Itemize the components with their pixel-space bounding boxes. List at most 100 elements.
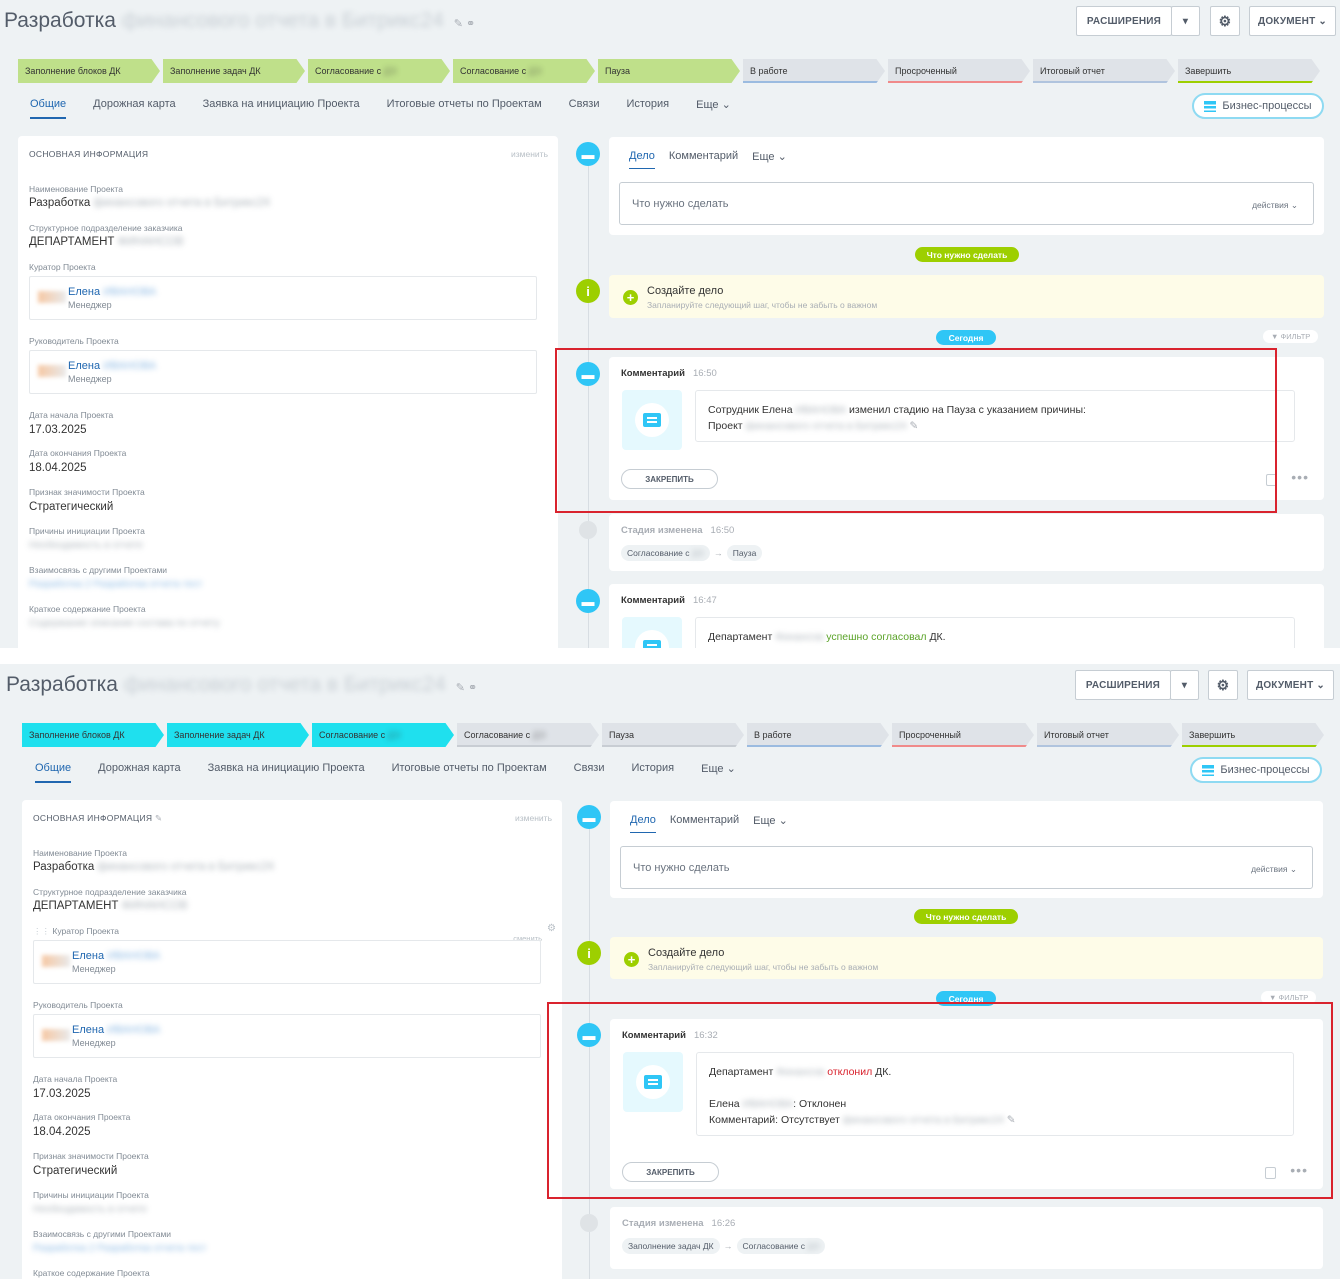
info-icon: i [576, 279, 600, 303]
blurred-link[interactable]: Разработка 2 Разработка отчета тест [33, 1243, 206, 1254]
stage-item[interactable]: В работе [747, 723, 889, 747]
filter-button[interactable]: ▼ ФИЛЬТР [1263, 330, 1319, 343]
plus-icon[interactable]: + [623, 290, 638, 305]
document-button[interactable]: ДОКУМЕНТ ⌄ [1247, 670, 1334, 700]
stage-item[interactable]: Завершить [1178, 59, 1320, 83]
stage-item[interactable]: Просроченный [892, 723, 1034, 747]
bp-label: Бизнес-процессы [1222, 100, 1312, 112]
user-name[interactable]: Елена ИВАНОВА [68, 360, 156, 372]
tab-final-reports[interactable]: Итоговые отчеты по Проектам [392, 762, 547, 783]
stage-item[interactable]: В работе [743, 59, 885, 83]
tab-roadmap[interactable]: Дорожная карта [93, 98, 175, 119]
tab-case[interactable]: Дело [630, 814, 656, 833]
stage-change-card: Стадия изменена 16:50 Согласование с ДЭ → П… [609, 514, 1324, 571]
tab-case[interactable]: Дело [629, 150, 655, 169]
more-icon[interactable]: ••• [1291, 469, 1309, 485]
stage-item[interactable]: Просроченный [888, 59, 1030, 83]
create-task-block[interactable]: + Создайте дело Запланируйте следующий ш… [609, 275, 1324, 318]
tab-more[interactable]: Еще ⌄ [752, 150, 787, 169]
user-name[interactable]: Елена ИВАНОВА [72, 1024, 160, 1036]
actions-dropdown[interactable]: действия ⌄ [1252, 200, 1298, 211]
document-button[interactable]: ДОКУМЕНТ ⌄ [1249, 6, 1336, 36]
stage-item[interactable]: Итоговый отчет [1033, 59, 1175, 83]
user-name[interactable]: Елена ИВАНОВА [68, 286, 156, 298]
tab-general[interactable]: Общие [35, 762, 72, 783]
actions-dropdown[interactable]: действия ⌄ [1251, 864, 1297, 875]
user-name[interactable]: Елена ИВАНОВА [72, 950, 160, 962]
avatar [38, 291, 66, 303]
stage-change-card: Стадия изменена 16:26 Заполнение задач ДК… [610, 1207, 1323, 1269]
change-link[interactable]: изменить [515, 813, 552, 823]
tab-roadmap[interactable]: Дорожная карта [98, 762, 180, 783]
title-text: Разработка [4, 9, 116, 32]
stage-item[interactable]: Заполнение блоков ДК [18, 59, 160, 83]
create-task-block[interactable]: + Создайте дело Запланируйте следующий ш… [610, 937, 1323, 979]
stage-bar: Заполнение блоков ДК Заполнение задач ДК… [18, 59, 1320, 83]
lead-card[interactable]: Елена ИВАНОВА Менеджер [33, 1014, 541, 1058]
stage-item[interactable]: Согласование с ДЭ [308, 59, 450, 83]
stage-item[interactable]: Согласование с ДЭ [457, 723, 599, 747]
stage-label: Согласование с [319, 730, 386, 740]
edit-pencil-icon[interactable]: ✎ ⚭ [456, 682, 478, 694]
actions-label: действия [1251, 864, 1288, 874]
tab-history[interactable]: История [631, 762, 674, 783]
tab-final-reports[interactable]: Итоговые отчеты по Проектам [387, 98, 542, 119]
change-link[interactable]: изменить [511, 149, 548, 159]
stage-item[interactable]: Пауза [602, 723, 744, 747]
tab-initiation-request[interactable]: Заявка на инициацию Проекта [208, 762, 365, 783]
drag-handle-icon[interactable]: ⋮⋮ [33, 926, 50, 936]
tab-more[interactable]: Еще ⌄ [696, 98, 731, 119]
tab-more[interactable]: Еще ⌄ [753, 814, 788, 833]
stage-item[interactable]: Заполнение задач ДК [163, 59, 305, 83]
extensions-dropdown-button[interactable]: ▾ [1171, 6, 1200, 36]
settings-button[interactable]: ⚙ [1210, 6, 1240, 36]
tab-comment[interactable]: Комментарий [669, 150, 738, 169]
edit-pencil-icon[interactable]: ✎ [155, 813, 162, 823]
extensions-dropdown-button[interactable]: ▾ [1170, 670, 1199, 700]
title-blurred: финансового отчета в Битрикс24 [121, 9, 444, 32]
stage-item[interactable]: Пауза [598, 59, 740, 83]
todo-input[interactable]: Что нужно сделать действия ⌄ [619, 182, 1314, 225]
tab-links[interactable]: Связи [574, 762, 605, 783]
tab-comment[interactable]: Комментарий [670, 814, 739, 833]
blurred-link[interactable]: Разработка 2 Разработка отчета тест [29, 579, 202, 590]
tab-history[interactable]: История [626, 98, 669, 119]
stage-change-header: Стадия изменена 16:26 [622, 1218, 735, 1229]
tab-links[interactable]: Связи [569, 98, 600, 119]
stage-item[interactable]: Заполнение блоков ДК [22, 723, 164, 747]
gear-icon[interactable]: ⚙ [547, 923, 556, 934]
chat-icon: ▬ [577, 805, 601, 829]
todo-input[interactable]: Что нужно сделать действия ⌄ [620, 846, 1313, 889]
plus-icon[interactable]: + [624, 952, 639, 967]
business-processes-button[interactable]: Бизнес-процессы [1192, 93, 1324, 119]
stage-item[interactable]: Согласование с ДЭ [453, 59, 595, 83]
business-processes-button[interactable]: Бизнес-процессы [1190, 757, 1322, 783]
user-first-name: Елена [72, 1024, 105, 1036]
field-label: Признак значимости Проекта [29, 487, 145, 497]
stage-item[interactable]: Заполнение задач ДК [167, 723, 309, 747]
stage-item[interactable]: Завершить [1182, 723, 1324, 747]
screenshot-bottom: Разработка финансового отчета в Битрикс2… [0, 664, 1340, 1279]
field-label: Руководитель Проекта [33, 1000, 123, 1010]
filter-label: ФИЛЬТР [1278, 993, 1309, 1002]
activity-tabs: Дело Комментарий Еще ⌄ [629, 150, 787, 169]
curator-card[interactable]: Елена ИВАНОВА Менеджер [29, 276, 537, 320]
curator-card[interactable]: Елена ИВАНОВА Менеджер [33, 940, 541, 984]
extensions-button[interactable]: РАСШИРЕНИЯ [1075, 670, 1171, 700]
field-label-text: Куратор Проекта [52, 926, 119, 936]
stage-item[interactable]: Итоговый отчет [1037, 723, 1179, 747]
edit-pencil-icon[interactable]: ✎ ⚭ [454, 18, 476, 30]
stage-label: Итоговый отчет [1044, 730, 1109, 740]
user-role: Менеджер [68, 374, 112, 384]
stage-item[interactable]: Согласование с ДЭ [312, 723, 454, 747]
stage-from-text: Согласование с [627, 548, 690, 558]
tab-initiation-request[interactable]: Заявка на инициацию Проекта [203, 98, 360, 119]
extensions-button[interactable]: РАСШИРЕНИЯ [1076, 6, 1172, 36]
tab-general[interactable]: Общие [30, 98, 67, 119]
field-label: Краткое содержание Проекта [33, 1268, 150, 1278]
approved-text: успешно согласовал [826, 631, 927, 643]
tab-more[interactable]: Еще ⌄ [701, 762, 736, 783]
lead-card[interactable]: Елена ИВАНОВА Менеджер [29, 350, 537, 394]
settings-button[interactable]: ⚙ [1208, 670, 1238, 700]
blurred-text: Содержание описание состава по отчету [29, 618, 220, 629]
